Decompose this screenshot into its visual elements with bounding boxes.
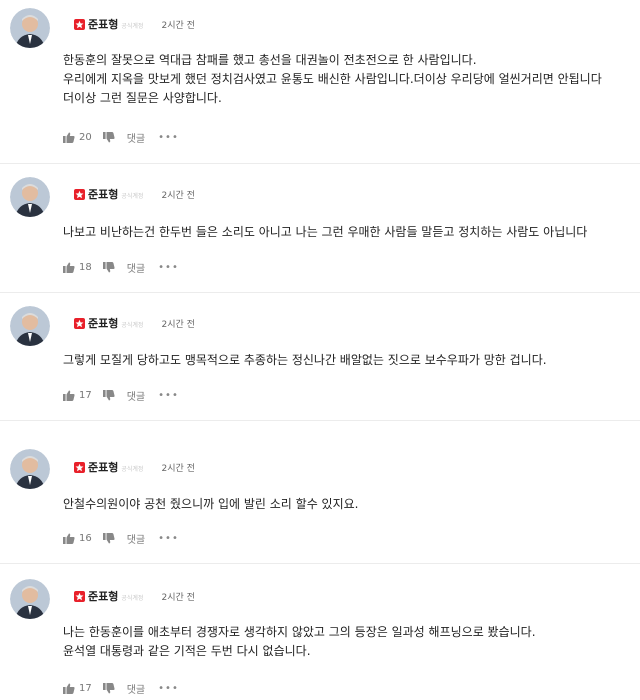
reply-button[interactable]: 댓글 (127, 130, 145, 145)
party-badge-icon (74, 188, 85, 200)
reply-button[interactable]: 댓글 (127, 681, 145, 696)
comment-item: 준표형 공식계정 2시간 전 나는 한동훈이를 애초부터 경쟁자로 생각하지 않… (0, 564, 640, 700)
reply-button[interactable]: 댓글 (127, 388, 145, 403)
more-dots-icon[interactable]: ••• (158, 390, 179, 401)
thumbs-down-icon[interactable] (102, 532, 115, 544)
official-tag: 공식계정 (121, 192, 144, 200)
comment-header: 준표형 공식계정 2시간 전 (74, 315, 195, 331)
timestamp: 2시간 전 (161, 319, 195, 330)
comment-body: 한동훈의 잘못으로 역대급 참패를 했고 총선을 대권놀이 전초전으로 한 사람… (63, 51, 640, 108)
comment-item: 준표형 공식계정 2시간 전 한동훈의 잘못으로 역대급 참패를 했고 총선을 … (0, 0, 640, 164)
like-count: 17 (79, 682, 92, 694)
author-name[interactable]: 준표형 (88, 588, 118, 604)
comment-header: 준표형 공식계정 2시간 전 (74, 186, 195, 202)
thumbs-down-icon[interactable] (102, 131, 115, 143)
avatar[interactable] (10, 8, 50, 48)
comment-line: 나보고 비난하는건 한두번 들은 소리도 아니고 나는 그런 우매한 사람들 말… (63, 225, 588, 239)
comment-body: 그렇게 모질게 당하고도 맹목적으로 추종하는 정신나간 배알없는 짓으로 보수… (63, 351, 640, 370)
official-tag: 공식계정 (121, 22, 144, 30)
timestamp: 2시간 전 (161, 592, 195, 603)
comment-body: 안철수의원이야 공천 줬으니까 입에 발린 소리 할수 있지요. (63, 495, 640, 514)
comment-line: 윤석열 대통령과 같은 기적은 두번 다시 없습니다. (63, 644, 311, 658)
thumbs-up-icon[interactable] (63, 390, 75, 401)
like-count: 16 (79, 532, 92, 544)
avatar[interactable] (10, 579, 50, 619)
comment-header: 준표형 공식계정 2시간 전 (74, 16, 195, 32)
more-dots-icon[interactable]: ••• (158, 533, 179, 544)
author-name[interactable]: 준표형 (88, 186, 118, 202)
official-tag: 공식계정 (121, 594, 144, 602)
reply-button[interactable]: 댓글 (127, 260, 145, 275)
official-tag: 공식계정 (121, 321, 144, 329)
comment-actions: 17 댓글 ••• (63, 388, 179, 403)
avatar[interactable] (10, 306, 50, 346)
like-count: 18 (79, 261, 92, 273)
comment-actions: 18 댓글 ••• (63, 260, 179, 275)
official-tag: 공식계정 (121, 465, 144, 473)
party-badge-icon (74, 317, 85, 329)
thumbs-down-icon[interactable] (102, 389, 115, 401)
more-dots-icon[interactable]: ••• (158, 262, 179, 273)
more-dots-icon[interactable]: ••• (158, 132, 179, 143)
party-badge-icon (74, 461, 85, 473)
comment-header: 준표형 공식계정 2시간 전 (74, 459, 195, 475)
thumbs-down-icon[interactable] (102, 261, 115, 273)
author-name[interactable]: 준표형 (88, 315, 118, 331)
comment-item: 준표형 공식계정 2시간 전 나보고 비난하는건 한두번 들은 소리도 아니고 … (0, 164, 640, 293)
comment-body: 나는 한동훈이를 애초부터 경쟁자로 생각하지 않았고 그의 등장은 일과성 해… (63, 623, 640, 661)
comment-header: 준표형 공식계정 2시간 전 (74, 588, 195, 604)
comment-line: 나는 한동훈이를 애초부터 경쟁자로 생각하지 않았고 그의 등장은 일과성 해… (63, 625, 536, 639)
avatar[interactable] (10, 449, 50, 489)
thumbs-up-icon[interactable] (63, 533, 75, 544)
thumbs-down-icon[interactable] (102, 682, 115, 694)
comment-line: 더이상 그런 질문은 사양합니다. (63, 91, 222, 105)
timestamp: 2시간 전 (161, 463, 195, 474)
comment-body: 나보고 비난하는건 한두번 들은 소리도 아니고 나는 그런 우매한 사람들 말… (63, 223, 640, 242)
comment-item: 준표형 공식계정 2시간 전 안철수의원이야 공천 줬으니까 입에 발린 소리 … (0, 421, 640, 564)
comment-feed: 준표형 공식계정 2시간 전 한동훈의 잘못으로 역대급 참패를 했고 총선을 … (0, 0, 640, 700)
timestamp: 2시간 전 (161, 190, 195, 201)
comment-actions: 20 댓글 ••• (63, 130, 179, 145)
comment-line: 우리에게 지옥을 맛보게 했던 정치검사였고 윤통도 배신한 사람입니다.더이상… (63, 72, 602, 86)
author-name[interactable]: 준표형 (88, 16, 118, 32)
thumbs-up-icon[interactable] (63, 683, 75, 694)
comment-line: 안철수의원이야 공천 줬으니까 입에 발린 소리 할수 있지요. (63, 497, 359, 511)
comment-actions: 16 댓글 ••• (63, 531, 179, 546)
like-count: 20 (79, 131, 92, 143)
party-badge-icon (74, 18, 85, 30)
party-badge-icon (74, 590, 85, 602)
comment-line: 한동훈의 잘못으로 역대급 참패를 했고 총선을 대권놀이 전초전으로 한 사람… (63, 53, 477, 67)
more-dots-icon[interactable]: ••• (158, 683, 179, 694)
reply-button[interactable]: 댓글 (127, 531, 145, 546)
timestamp: 2시간 전 (161, 20, 195, 31)
avatar[interactable] (10, 177, 50, 217)
thumbs-up-icon[interactable] (63, 132, 75, 143)
author-name[interactable]: 준표형 (88, 459, 118, 475)
comment-item: 준표형 공식계정 2시간 전 그렇게 모질게 당하고도 맹목적으로 추종하는 정… (0, 293, 640, 421)
like-count: 17 (79, 389, 92, 401)
thumbs-up-icon[interactable] (63, 262, 75, 273)
comment-actions: 17 댓글 ••• (63, 681, 179, 696)
comment-line: 그렇게 모질게 당하고도 맹목적으로 추종하는 정신나간 배알없는 짓으로 보수… (63, 353, 547, 367)
